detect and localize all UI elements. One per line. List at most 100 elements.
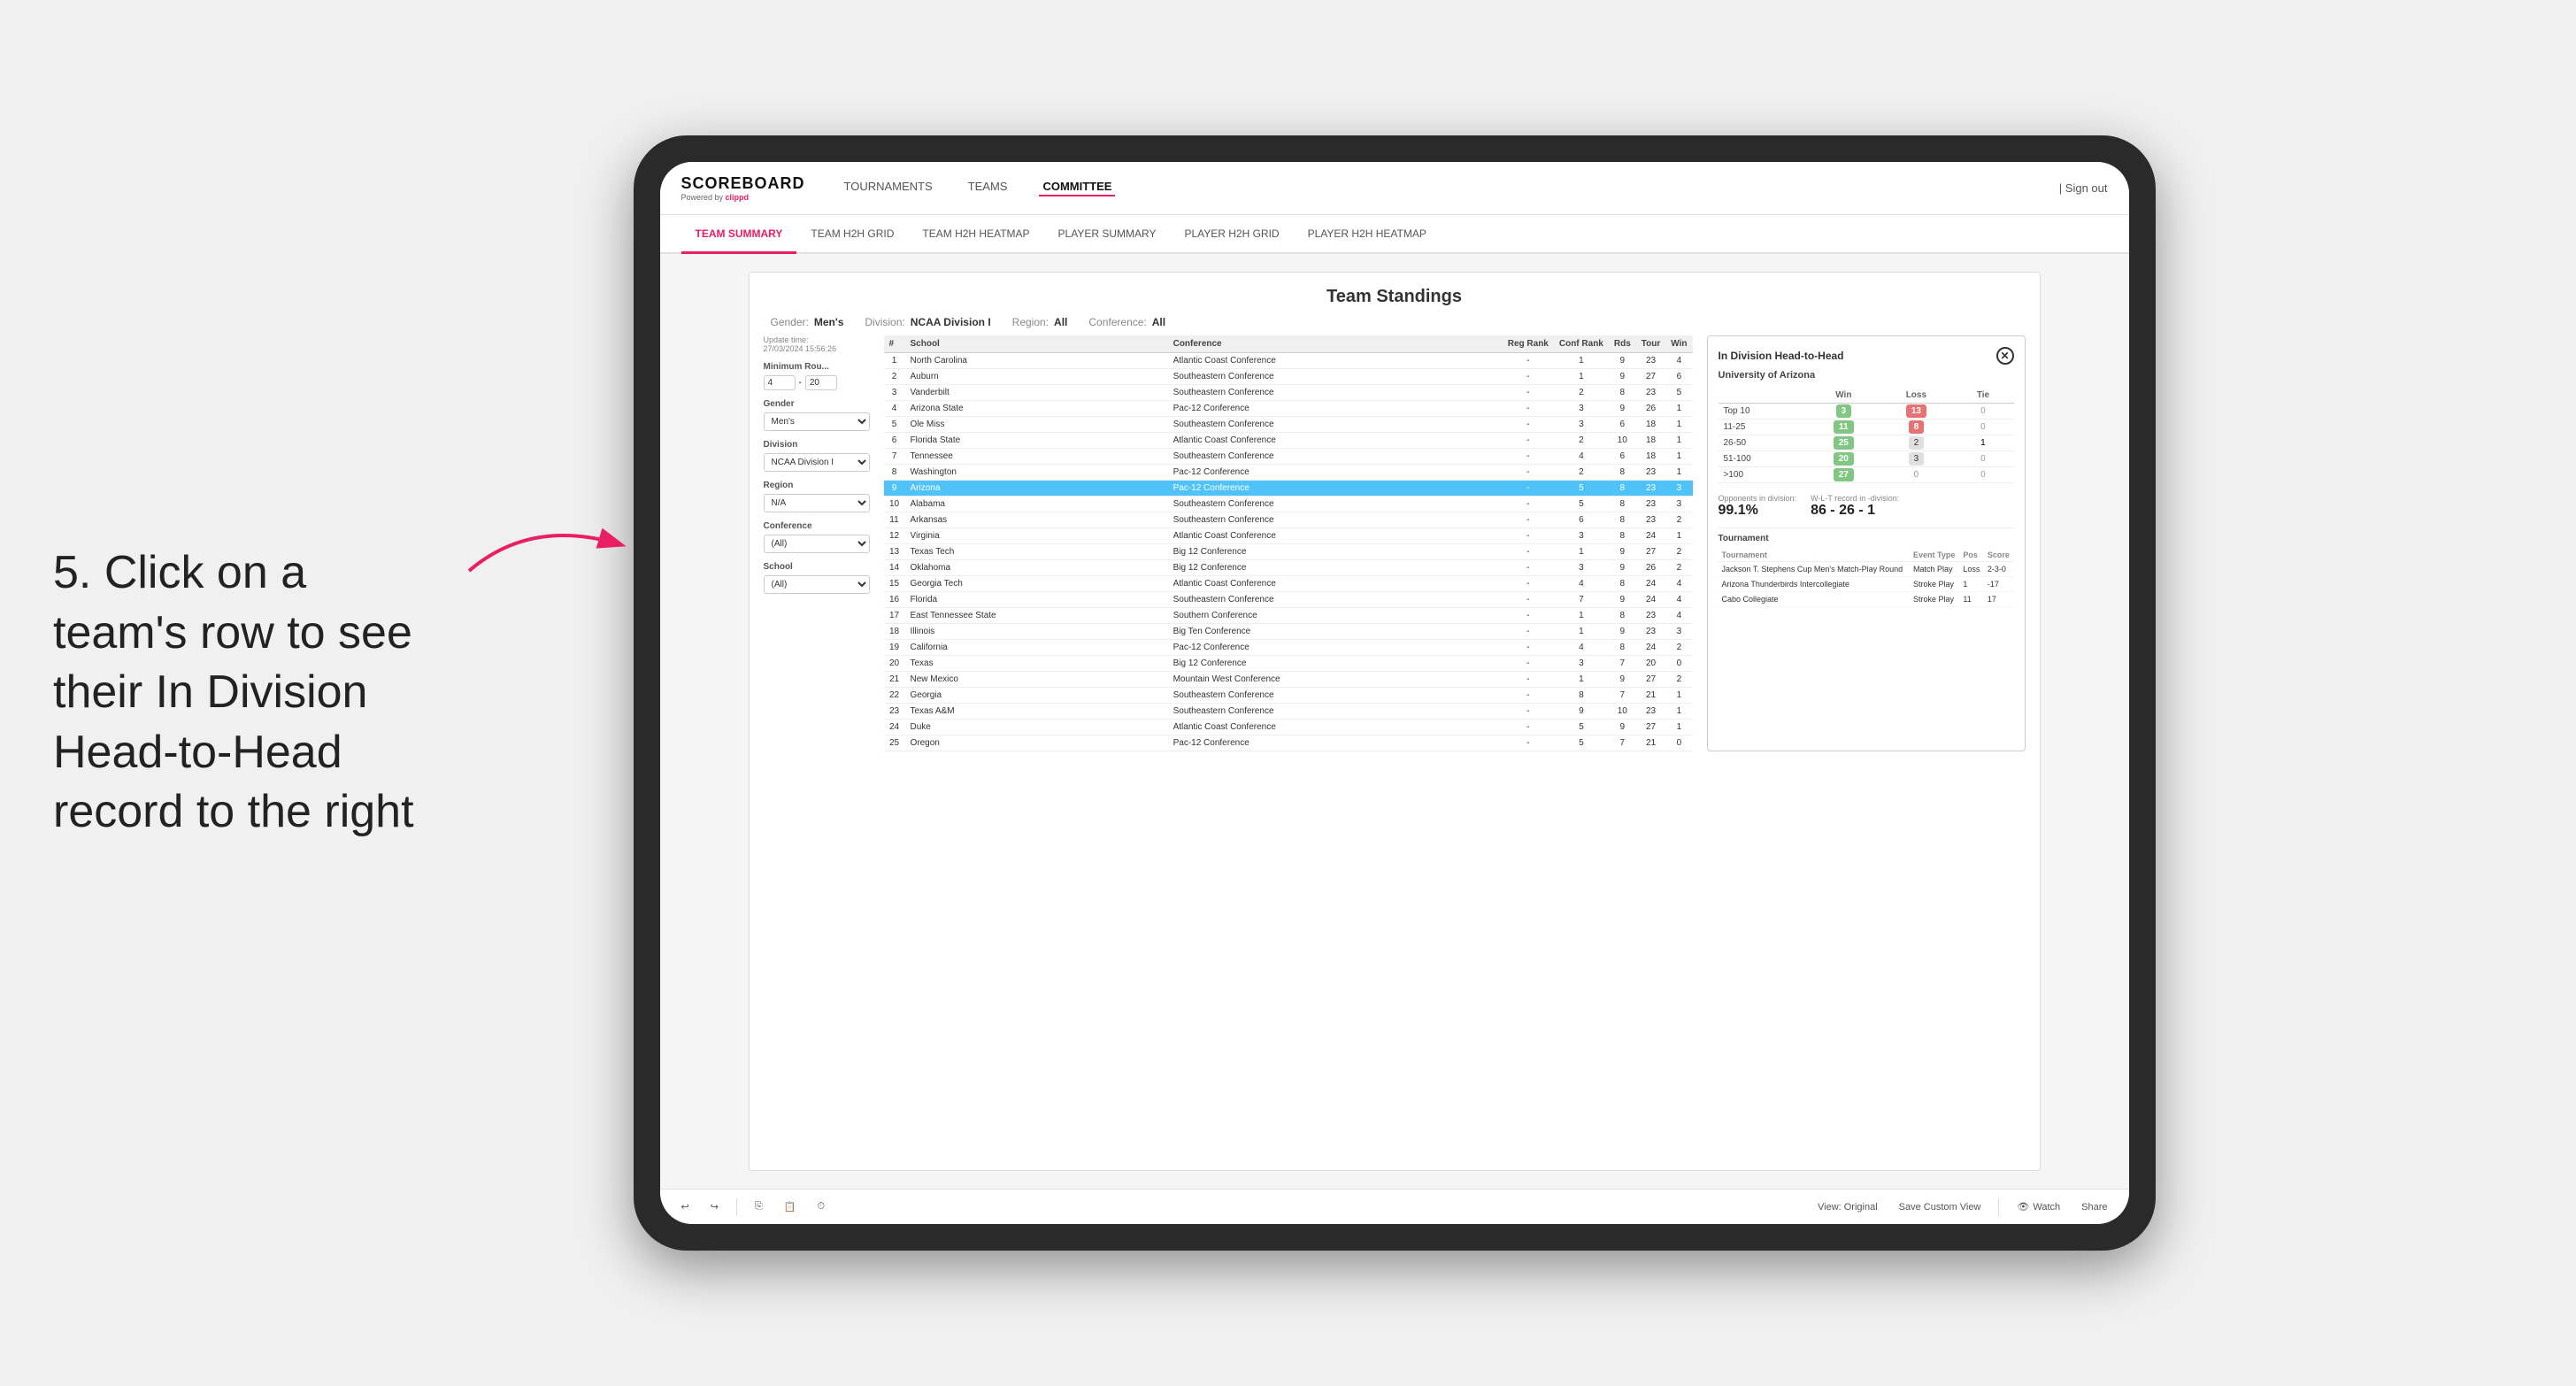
tournament-pos: Loss — [1959, 562, 1984, 577]
table-row[interactable]: 8 Washington Pac-12 Conference - 2 8 23 … — [884, 465, 1693, 481]
filter-division: Division: NCAA Division I — [865, 316, 990, 328]
table-row[interactable]: 14 Oklahoma Big 12 Conference - 3 9 26 2 — [884, 560, 1693, 576]
cell-win: 2 — [1665, 672, 1692, 688]
sub-nav-player-summary[interactable]: PLAYER SUMMARY — [1044, 215, 1171, 254]
cell-school: Auburn — [905, 369, 1168, 385]
cell-conf-rank: 5 — [1554, 481, 1609, 497]
table-row[interactable]: 21 New Mexico Mountain West Conference -… — [884, 672, 1693, 688]
cell-tour: 24 — [1636, 576, 1665, 592]
h2h-record-stat: W-L-T record in -division: 86 - 26 - 1 — [1811, 494, 1899, 519]
table-row[interactable]: 6 Florida State Atlantic Coast Conferenc… — [884, 433, 1693, 449]
cell-conf-rank: 8 — [1554, 688, 1609, 704]
table-row[interactable]: 3 Vanderbilt Southeastern Conference - 2… — [884, 385, 1693, 401]
copy-button[interactable]: ⎘ — [748, 1197, 770, 1216]
sub-nav-team-h2h-heatmap[interactable]: TEAM H2H HEATMAP — [908, 215, 1043, 254]
cell-rank: 19 — [884, 640, 905, 656]
col-rank: # — [884, 335, 905, 353]
table-row[interactable]: 4 Arizona State Pac-12 Conference - 3 9 … — [884, 401, 1693, 417]
share-button[interactable]: Share — [2074, 1198, 2114, 1216]
cell-rds: 9 — [1609, 353, 1636, 369]
cell-rank: 10 — [884, 497, 905, 512]
cell-win: 0 — [1665, 656, 1692, 672]
cell-tour: 23 — [1636, 481, 1665, 497]
cell-school: California — [905, 640, 1168, 656]
sub-nav-player-h2h-grid[interactable]: PLAYER H2H GRID — [1170, 215, 1293, 254]
cell-rds: 6 — [1609, 417, 1636, 433]
cell-rank: 23 — [884, 704, 905, 720]
table-row[interactable]: 15 Georgia Tech Atlantic Coast Conferenc… — [884, 576, 1693, 592]
division-filter: Division NCAA Division I — [764, 440, 870, 472]
region-select[interactable]: N/A — [764, 494, 870, 512]
sub-nav-player-h2h-heatmap[interactable]: PLAYER H2H HEATMAP — [1294, 215, 1441, 254]
h2h-close-button[interactable]: ✕ — [1996, 347, 2014, 365]
cell-conference: Southeastern Conference — [1168, 417, 1503, 433]
table-row[interactable]: 18 Illinois Big Ten Conference - 1 9 23 … — [884, 624, 1693, 640]
cell-conf-rank: 4 — [1554, 449, 1609, 465]
gender-select[interactable]: Men's — [764, 412, 870, 431]
cell-conf-rank: 1 — [1554, 608, 1609, 624]
table-row[interactable]: 24 Duke Atlantic Coast Conference - 5 9 … — [884, 720, 1693, 735]
table-row[interactable]: 20 Texas Big 12 Conference - 3 7 20 0 — [884, 656, 1693, 672]
min-rounds-input-1[interactable] — [764, 375, 796, 390]
undo-button[interactable]: ↩ — [674, 1197, 696, 1216]
watch-button[interactable]: 👁 Watch — [2010, 1197, 2067, 1216]
cell-conference: Pac-12 Conference — [1168, 481, 1503, 497]
h2h-loss-cell: 8 — [1880, 420, 1952, 435]
nav-tournaments[interactable]: TOURNAMENTS — [841, 180, 936, 196]
cell-conf-rank: 5 — [1554, 720, 1609, 735]
redo-button[interactable]: ↪ — [704, 1197, 726, 1216]
table-row[interactable]: 5 Ole Miss Southeastern Conference - 3 6… — [884, 417, 1693, 433]
cell-conf-rank: 6 — [1554, 512, 1609, 528]
table-row[interactable]: 1 North Carolina Atlantic Coast Conferen… — [884, 353, 1693, 369]
view-original-button[interactable]: View: Original — [1811, 1198, 1885, 1216]
table-row[interactable]: 11 Arkansas Southeastern Conference - 6 … — [884, 512, 1693, 528]
school-select[interactable]: (All) — [764, 575, 870, 594]
save-custom-view-button[interactable]: Save Custom View — [1892, 1198, 1988, 1216]
table-row[interactable]: 2 Auburn Southeastern Conference - 1 9 2… — [884, 369, 1693, 385]
sign-out-link[interactable]: Sign out — [2065, 181, 2108, 195]
timer-button[interactable]: ⏱ — [810, 1197, 832, 1216]
division-select[interactable]: NCAA Division I — [764, 453, 870, 472]
table-row[interactable]: 23 Texas A&M Southeastern Conference - 9… — [884, 704, 1693, 720]
table-row[interactable]: 25 Oregon Pac-12 Conference - 5 7 21 0 — [884, 735, 1693, 751]
sidebar-filters: Update time: 27/03/2024 15:56:26 Minimum… — [764, 335, 870, 751]
cell-reg-rank: - — [1503, 369, 1554, 385]
sub-nav-team-summary[interactable]: TEAM SUMMARY — [681, 215, 797, 254]
conference-select[interactable]: (All) — [764, 535, 870, 553]
h2h-tournament-row: Cabo Collegiate Stroke Play 11 17 — [1719, 592, 2014, 607]
h2h-range-label: 51-100 — [1719, 451, 1808, 467]
cell-reg-rank: - — [1503, 417, 1554, 433]
cell-conference: Atlantic Coast Conference — [1168, 576, 1503, 592]
min-rounds-input-2[interactable] — [805, 375, 837, 390]
paste-button[interactable]: 📋 — [777, 1197, 804, 1216]
cell-conf-rank: 2 — [1554, 433, 1609, 449]
cell-rds: 9 — [1609, 560, 1636, 576]
table-row[interactable]: 10 Alabama Southeastern Conference - 5 8… — [884, 497, 1693, 512]
h2h-tournament-table: Tournament Event Type Pos Score Jackson … — [1719, 549, 2014, 607]
table-row[interactable]: 12 Virginia Atlantic Coast Conference - … — [884, 528, 1693, 544]
nav-committee[interactable]: COMMITTEE — [1039, 180, 1115, 196]
table-row[interactable]: 13 Texas Tech Big 12 Conference - 1 9 27… — [884, 544, 1693, 560]
cell-conf-rank: 2 — [1554, 465, 1609, 481]
table-row[interactable]: 22 Georgia Southeastern Conference - 8 7… — [884, 688, 1693, 704]
cell-win: 4 — [1665, 592, 1692, 608]
cell-rank: 9 — [884, 481, 905, 497]
cell-conf-rank: 3 — [1554, 528, 1609, 544]
standings-table-area: # School Conference Reg Rank Conf Rank R… — [884, 335, 1693, 751]
table-row[interactable]: 17 East Tennessee State Southern Confere… — [884, 608, 1693, 624]
cell-win: 5 — [1665, 385, 1692, 401]
table-row[interactable]: 7 Tennessee Southeastern Conference - 4 … — [884, 449, 1693, 465]
tournament-event-type: Stroke Play — [1910, 592, 1959, 607]
nav-teams[interactable]: TEAMS — [965, 180, 1011, 196]
instruction-content: 5. Click on a team's row to see their In… — [53, 547, 414, 837]
cell-reg-rank: - — [1503, 704, 1554, 720]
cell-reg-rank: - — [1503, 465, 1554, 481]
table-row[interactable]: 16 Florida Southeastern Conference - 7 9… — [884, 592, 1693, 608]
cell-tour: 26 — [1636, 560, 1665, 576]
cell-win: 1 — [1665, 417, 1692, 433]
sub-nav-team-h2h-grid[interactable]: TEAM H2H GRID — [796, 215, 908, 254]
table-row[interactable]: 19 California Pac-12 Conference - 4 8 24… — [884, 640, 1693, 656]
cell-conf-rank: 1 — [1554, 369, 1609, 385]
table-row[interactable]: 9 Arizona Pac-12 Conference - 5 8 23 3 — [884, 481, 1693, 497]
cell-rank: 16 — [884, 592, 905, 608]
